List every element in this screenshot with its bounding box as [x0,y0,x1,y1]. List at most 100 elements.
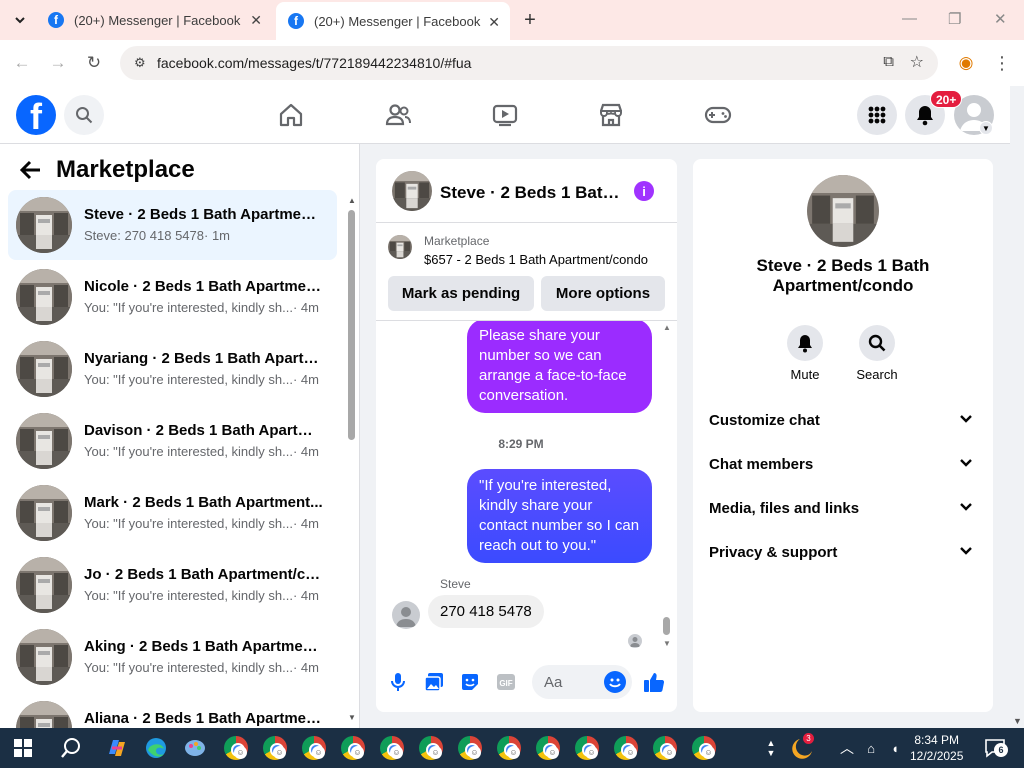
conversation-item[interactable]: Jo · 2 Beds 1 Bath Apartment/co... You: "… [8,550,337,620]
system-clock[interactable]: 8:34 PM 12/2/2025 [910,732,963,764]
sticker-button[interactable] [459,671,481,693]
chrome-taskbar-button[interactable]: ☺ [455,733,485,763]
mark-as-pending-button[interactable]: Mark as pending [388,276,534,311]
chrome-taskbar-button[interactable]: ☺ [260,733,290,763]
conversation-item[interactable]: Steve · 2 Beds 1 Bath Apartment... Steve:… [8,190,337,260]
chrome-taskbar-button[interactable]: ☺ [221,733,251,763]
chrome-taskbar-button[interactable]: ☺ [494,733,524,763]
conversation-name: Mark · 2 Beds 1 Bath Apartment... [84,494,323,511]
section-media-files-links[interactable]: Media, files and links [709,489,977,529]
facebook-search-button[interactable] [64,95,104,135]
listing-photo[interactable] [807,175,879,247]
chrome-taskbar-button[interactable]: ☺ [377,733,407,763]
nav-home[interactable] [277,101,305,129]
nav-gaming[interactable] [704,101,732,129]
sender-avatar[interactable] [392,601,420,629]
chrome-taskbar-button[interactable]: ☺ [611,733,641,763]
taskbar-search[interactable] [56,733,86,763]
chrome-taskbar-button[interactable]: ☺ [650,733,680,763]
account-menu-chevron-icon[interactable]: ▼ [979,121,993,135]
more-options-button[interactable]: More options [541,276,665,311]
menu-button[interactable] [857,95,897,135]
search-in-conversation-action[interactable]: Search [847,325,907,382]
profile-icon[interactable]: ◉ [953,50,979,76]
chrome-taskbar-button[interactable]: ☺ [299,733,329,763]
back-icon[interactable]: ← [9,50,35,76]
start-button[interactable] [8,733,38,763]
incoming-message[interactable]: 270 418 5478 [428,595,544,628]
chat-title[interactable]: Steve · 2 Beds 1 Bath ... [440,183,620,203]
gif-button[interactable]: GIF [495,671,517,693]
volume-icon[interactable]: ◖ [880,733,910,763]
chrome-taskbar-button[interactable]: ☺ [533,733,563,763]
microphone-icon [391,673,405,691]
attach-photo-button[interactable] [423,671,445,693]
install-app-icon[interactable]: ⧉ [883,53,894,70]
conversation-preview: You: "If you're interested, kindly sh...… [84,444,324,459]
scrollbar-thumb[interactable] [663,617,670,635]
forward-icon[interactable]: → [45,50,71,76]
site-info-icon[interactable]: ⚙ [134,55,146,71]
scroll-up-icon[interactable]: ▲ [663,323,671,332]
scrollbar-thumb[interactable] [348,210,355,440]
minimize-icon[interactable]: — [902,10,917,27]
back-arrow-icon[interactable] [19,160,42,186]
paint-app[interactable] [180,733,210,763]
chat-avatar[interactable] [392,171,432,211]
nav-marketplace[interactable] [597,101,625,129]
reload-icon[interactable]: ↻ [81,50,107,76]
conversation-item[interactable]: Davison · 2 Beds 1 Bath Apartme... You: "… [8,406,337,476]
scroll-up-icon[interactable]: ▲ [348,196,356,205]
voice-clip-button[interactable] [387,671,409,693]
tab-close-icon[interactable]: ✕ [250,12,262,29]
like-button[interactable] [643,671,665,693]
bookmark-star-icon[interactable]: ☆ [910,52,924,72]
section-chat-members[interactable]: Chat members [709,445,977,485]
section-customize-chat[interactable]: Customize chat [709,401,977,441]
browser-tab[interactable]: f (20+) Messenger | Facebook ✕ [36,0,272,40]
weather-widget[interactable]: 3 [788,733,818,763]
listing-thumbnail[interactable] [388,235,412,259]
outgoing-message[interactable]: Please share your number so we can arran… [467,321,652,413]
message-thread-scrollbar[interactable]: ▲ ▼ [662,323,674,648]
edge-app[interactable] [141,733,171,763]
taskbar-overflow[interactable]: ▲ ▼ [756,733,786,763]
conversation-item[interactable]: Mark · 2 Beds 1 Bath Apartment... You: "I… [8,478,337,548]
chrome-taskbar-button[interactable]: ☺ [416,733,446,763]
chrome-taskbar-button[interactable]: ☺ [689,733,719,763]
conversation-item[interactable]: Aking · 2 Beds 1 Bath Apartment... You: "… [8,622,337,692]
conversation-item[interactable]: Aliana · 2 Beds 1 Bath Apartmen... [8,694,337,728]
browser-tab-active[interactable]: f (20+) Messenger | Facebook ✕ [276,2,510,40]
profile-badge-icon: ☺ [507,746,520,759]
facebook-logo[interactable]: f [16,95,56,135]
address-bar[interactable]: ⚙ facebook.com/messages/t/77218944223481… [120,46,938,80]
section-privacy-support[interactable]: Privacy & support [709,533,977,573]
scroll-down-icon[interactable]: ▼ [348,713,356,722]
notification-center[interactable]: 6 [980,733,1010,763]
tab-search-button[interactable] [8,8,32,32]
nav-friends[interactable] [384,101,412,129]
conversation-preview-text: You: "If you're interested, kindly sh... [84,372,293,387]
conversation-name: Steve · 2 Beds 1 Bath Apartment... [84,206,324,223]
restore-icon[interactable]: ❐ [948,10,961,28]
conversation-info-icon[interactable]: i [634,181,654,201]
copilot-app[interactable] [102,733,132,763]
browser-menu-icon[interactable]: ⋮ [989,50,1015,76]
page-scrollbar[interactable]: ▼ [1010,86,1024,728]
chrome-taskbar-button[interactable]: ☺ [338,733,368,763]
new-tab-button[interactable]: + [518,8,542,32]
chrome-taskbar-button[interactable]: ☺ [572,733,602,763]
conversation-item[interactable]: Nicole · 2 Beds 1 Bath Apartmen... You: "… [8,262,337,332]
nav-watch[interactable] [491,101,519,129]
outgoing-message[interactable]: "If you're interested, kindly share your… [467,469,652,563]
conversation-item[interactable]: Nyariang · 2 Beds 1 Bath Apartm... You: "… [8,334,337,404]
edge-icon [146,738,166,758]
mute-action[interactable]: Mute [775,325,835,382]
conversation-list-scrollbar[interactable]: ▲ ▼ [346,190,356,724]
close-window-icon[interactable]: ✕ [994,10,1007,28]
scroll-down-icon[interactable]: ▼ [1013,716,1022,726]
listing-title[interactable]: $657 - 2 Beds 1 Bath Apartment/condo [424,252,648,267]
scroll-down-icon[interactable]: ▼ [663,639,671,648]
emoji-button[interactable] [604,671,626,693]
tab-close-icon[interactable]: ✕ [488,14,500,31]
